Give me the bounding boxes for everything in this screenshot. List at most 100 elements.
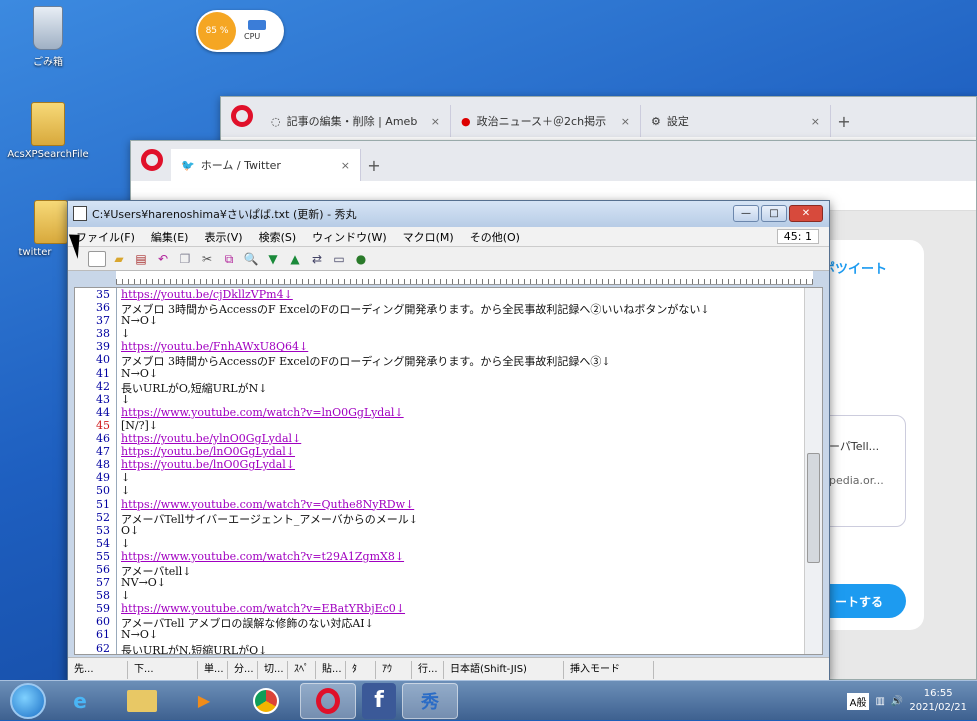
menu-view[interactable]: 表示(V) [196, 229, 250, 245]
menu-edit[interactable]: 編集(E) [143, 229, 197, 245]
close-tab-icon[interactable]: × [431, 115, 440, 128]
line-number: 61 [75, 628, 117, 641]
opera-taskbar-icon[interactable] [300, 683, 356, 719]
editor-titlebar[interactable]: C:¥Users¥harenoshima¥さいぱば.txt (更新) - 秀丸 … [68, 201, 829, 227]
editor-line[interactable]: 38↓ [75, 327, 804, 340]
new-file-icon[interactable] [88, 251, 106, 267]
replace-icon[interactable]: ⇄ [308, 251, 326, 267]
editor-line[interactable]: 58↓ [75, 589, 804, 602]
vertical-scrollbar[interactable] [804, 288, 822, 654]
cut-icon[interactable]: ✂ [198, 251, 216, 267]
close-tab-icon[interactable]: × [621, 115, 630, 128]
menu-macro[interactable]: マクロ(M) [395, 229, 462, 245]
close-tab-icon[interactable]: × [341, 159, 350, 172]
line-number: 35 [75, 288, 117, 301]
search-down-icon[interactable]: ▼ [264, 251, 282, 267]
clock[interactable]: 16:55 2021/02/21 [909, 687, 967, 715]
minimize-button[interactable]: — [733, 205, 759, 222]
editor-line[interactable]: 36アメブロ 3時間からAccessのF ExcelのFのローディング開発承りま… [75, 301, 804, 314]
maximize-button[interactable]: □ [761, 205, 787, 222]
editor-line[interactable]: 41N→O↓ [75, 367, 804, 380]
editor-line[interactable]: 47https://youtu.be/lnO0GgLydal↓ [75, 445, 804, 458]
media-player-icon[interactable]: ▶ [176, 683, 232, 719]
tab-settings[interactable]: ⚙設定× [641, 105, 831, 137]
line-number: 38 [75, 327, 117, 340]
scroll-thumb[interactable] [807, 453, 820, 563]
help-icon[interactable]: ● [352, 251, 370, 267]
search-icon[interactable]: 🔍 [242, 251, 260, 267]
line-text: 長いURLがN,短縮URLがO↓ [121, 642, 267, 655]
facebook-icon[interactable]: f [362, 683, 396, 719]
ime-indicator[interactable]: A般 [847, 693, 870, 710]
line-number: 40 [75, 353, 117, 366]
url-text[interactable]: https://youtu.be/lnO0GgLydal↓ [121, 458, 295, 471]
url-text[interactable]: https://www.youtube.com/watch?v=t29A1Zgm… [121, 550, 404, 563]
editor-line[interactable]: 44https://www.youtube.com/watch?v=lnO0Gg… [75, 406, 804, 419]
recycle-bin-icon[interactable]: ごみ箱 [3, 6, 93, 68]
line-text: ↓ [121, 393, 130, 406]
editor-line[interactable]: 49↓ [75, 471, 804, 484]
close-button[interactable]: ✕ [789, 205, 823, 222]
copy-icon[interactable]: ❐ [176, 251, 194, 267]
editor-line[interactable]: 62長いURLがN,短縮URLがO↓ [75, 642, 804, 655]
editor-line[interactable]: 37N→O↓ [75, 314, 804, 327]
save-icon[interactable]: ▤ [132, 251, 150, 267]
hidemaru-taskbar-icon[interactable]: 秀 [402, 683, 458, 719]
paste-icon[interactable]: ⧉ [220, 251, 238, 267]
url-text[interactable]: https://youtu.be/ylnO0GgLydal↓ [121, 432, 301, 445]
url-text[interactable]: https://www.youtube.com/watch?v=EBatYRbj… [121, 602, 405, 615]
network-icon[interactable]: ▥ [875, 696, 884, 707]
editor-line[interactable]: 40アメブロ 3時間からAccessのF ExcelのFのローディング開発承りま… [75, 353, 804, 366]
opera-logo-icon[interactable] [231, 105, 253, 127]
chrome-icon[interactable] [238, 683, 294, 719]
tab-2ch[interactable]: ●政治ニュース＋＠2ch掲示× [451, 105, 641, 137]
opera-logo-icon[interactable] [141, 149, 163, 171]
url-text[interactable]: https://www.youtube.com/watch?v=lnO0GgLy… [121, 406, 404, 419]
editor-line[interactable]: 35 https://youtu.be/cjDkllzVPm4↓ [75, 288, 804, 301]
search-up-icon[interactable]: ▲ [286, 251, 304, 267]
url-text[interactable]: https://youtu.be/cjDkllzVPm4↓ [121, 288, 293, 301]
close-tab-icon[interactable]: × [811, 115, 820, 128]
editor-line[interactable]: 57NV→O↓ [75, 576, 804, 589]
tab-twitter[interactable]: 🐦ホーム / Twitter× [171, 149, 361, 181]
open-folder-icon[interactable]: ▰ [110, 251, 128, 267]
url-text[interactable]: https://youtu.be/FnhAWxU8Q64↓ [121, 340, 308, 353]
editor-line[interactable]: 56アメーバtell↓ [75, 563, 804, 576]
editor-line[interactable]: 39https://youtu.be/FnhAWxU8Q64↓ [75, 340, 804, 353]
grep-icon[interactable]: ▭ [330, 251, 348, 267]
url-text[interactable]: https://www.youtube.com/watch?v=Quthe8Ny… [121, 498, 414, 511]
explorer-folder-icon[interactable] [114, 683, 170, 719]
editor-line[interactable]: 51https://www.youtube.com/watch?v=Quthe8… [75, 498, 804, 511]
menu-search[interactable]: 検索(S) [251, 229, 305, 245]
editor-line[interactable]: 55https://www.youtube.com/watch?v=t29A1Z… [75, 550, 804, 563]
line-number: 46 [75, 432, 117, 445]
editor-line[interactable]: 60アメーバTell アメブロの誤解な修飾のない対応AI↓ [75, 615, 804, 628]
editor-line[interactable]: 46 https://youtu.be/ylnO0GgLydal↓ [75, 432, 804, 445]
undo-icon[interactable]: ↶ [154, 251, 172, 267]
text-lines: 35 https://youtu.be/cjDkllzVPm4↓36アメブロ 3時… [75, 288, 804, 654]
internet-explorer-icon[interactable]: e [52, 683, 108, 719]
editor-line[interactable]: 45[N/?]↓ [75, 419, 804, 432]
menu-other[interactable]: その他(O) [462, 229, 528, 245]
cpu-gadget[interactable]: 85 % CPU [196, 10, 284, 52]
status-field: 分... [228, 661, 258, 679]
url-text[interactable]: https://youtu.be/lnO0GgLydal↓ [121, 445, 295, 458]
line-text: アメーバTell アメブロの誤解な修飾のない対応AI↓ [121, 615, 374, 628]
editor-line[interactable]: 61N→O↓ [75, 628, 804, 641]
new-tab-button[interactable]: + [831, 105, 857, 137]
volume-icon[interactable]: 🔊 [891, 696, 903, 707]
editor-line[interactable]: 59https://www.youtube.com/watch?v=EBatYR… [75, 602, 804, 615]
new-tab-button[interactable]: + [361, 149, 387, 181]
start-button[interactable] [10, 683, 46, 719]
link-card[interactable]: ーパTell... pedia.or... [820, 415, 906, 527]
acsxpsearchfile-folder-icon[interactable]: AcsXPSearchFile [3, 102, 93, 160]
menu-window[interactable]: ウィンドウ(W) [304, 229, 394, 245]
editor-line[interactable]: 42長いURLがO,短縮URLがN↓ [75, 380, 804, 393]
editor-line[interactable]: 50↓ [75, 484, 804, 497]
editor-line[interactable]: 48https://youtu.be/lnO0GgLydal↓ [75, 458, 804, 471]
editor-line[interactable]: 54↓ [75, 537, 804, 550]
text-area[interactable]: 35 https://youtu.be/cjDkllzVPm4↓36アメブロ 3時… [74, 287, 823, 655]
editor-line[interactable]: 52アメーバTellサイバーエージェント_アメーバからのメール↓ [75, 511, 804, 524]
line-number: 37 [75, 314, 117, 327]
tab-ameba[interactable]: ◌記事の編集・削除 | Ameb× [261, 105, 451, 137]
